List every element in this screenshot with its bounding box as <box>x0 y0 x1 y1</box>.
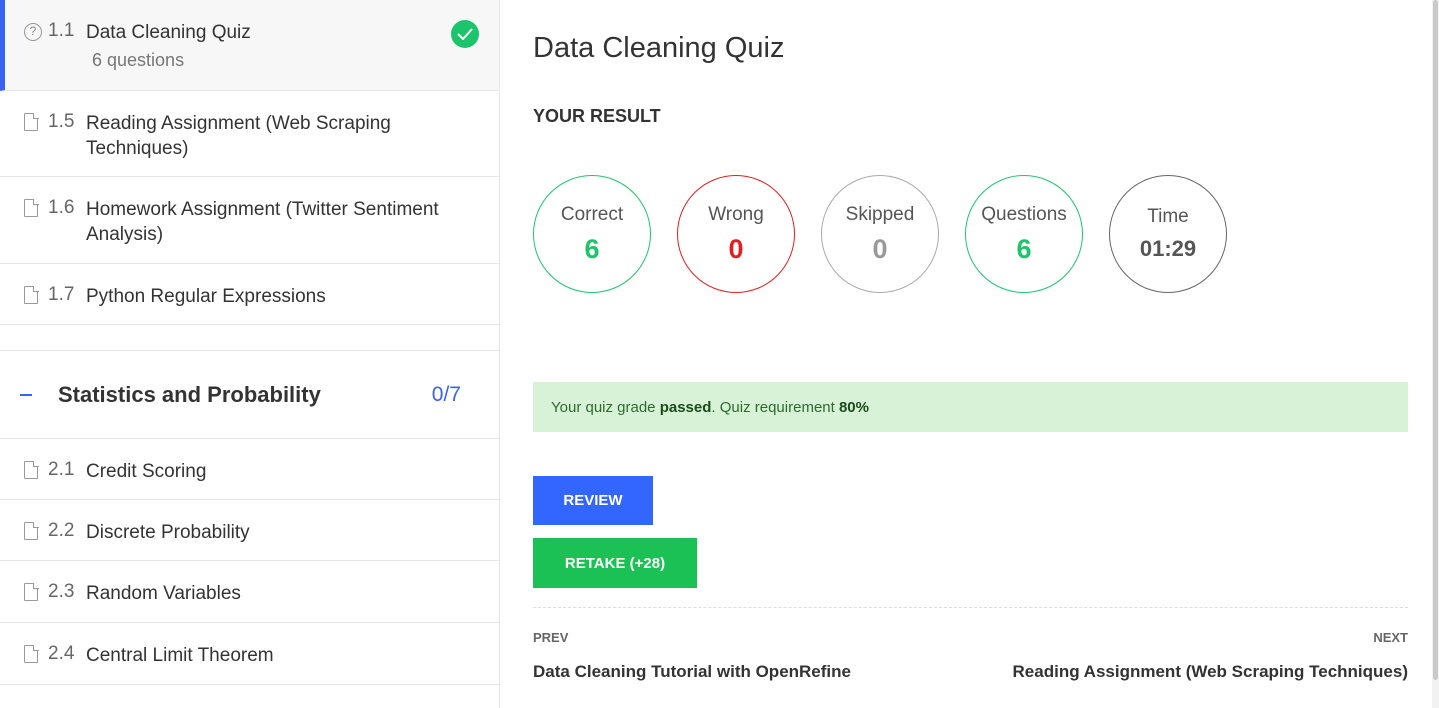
document-icon <box>24 285 42 324</box>
lesson-item[interactable]: 2.1 Credit Scoring <box>0 439 499 500</box>
page-scrollbar[interactable] <box>1432 0 1439 708</box>
lesson-number: 1.6 <box>48 197 75 218</box>
divider <box>533 607 1408 608</box>
lesson-item[interactable]: 1.7 Python Regular Expressions <box>0 264 499 325</box>
lesson-title: Credit Scoring <box>86 461 207 482</box>
grade-status: passed <box>659 398 712 416</box>
stat-value: 01:29 <box>1139 236 1197 261</box>
stat-label: Wrong <box>708 203 764 225</box>
document-icon <box>24 460 42 499</box>
stat-value: 6 <box>584 233 600 264</box>
next-lesson-link[interactable]: Reading Assignment (Web Scraping Techniq… <box>1013 662 1408 682</box>
course-sidebar: ? 1.1 Data Cleaning Quiz 6 questions 1.5… <box>0 0 500 708</box>
scrollbar-thumb[interactable] <box>1433 0 1438 680</box>
result-heading: YOUR RESULT <box>533 106 661 126</box>
lesson-title: Reading Assignment (Web Scraping Techniq… <box>86 113 391 159</box>
stat-value: 6 <box>1016 233 1032 264</box>
document-icon <box>24 644 42 684</box>
lesson-title: Discrete Probability <box>86 522 250 543</box>
lesson-item[interactable]: 1.5 Reading Assignment (Web Scraping Tec… <box>0 91 499 177</box>
lesson-subtitle: 6 questions <box>92 50 185 70</box>
lesson-number: 1.1 <box>48 20 75 41</box>
section-title: Statistics and Probability <box>58 381 321 407</box>
lesson-item[interactable]: 2.2 Discrete Probability <box>0 500 499 561</box>
document-icon <box>24 198 42 263</box>
document-icon <box>24 112 42 176</box>
stat-label: Skipped <box>845 203 915 225</box>
document-icon <box>24 582 42 622</box>
lesson-title: Python Regular Expressions <box>86 286 326 307</box>
stat-value: 0 <box>728 233 744 264</box>
grade-prefix: Your quiz grade <box>551 398 660 416</box>
prev-lesson-link[interactable]: Data Cleaning Tutorial with OpenRefine <box>533 662 851 682</box>
result-stats: Correct 6 Wrong 0 Skipped 0 Questions 6 … <box>533 175 1253 293</box>
stat-value: 0 <box>872 233 888 264</box>
next-label: NEXT <box>1373 630 1408 645</box>
lesson-number: 2.4 <box>48 643 75 664</box>
stat-label: Correct <box>560 203 624 225</box>
review-button[interactable]: REVIEW <box>533 476 653 525</box>
lesson-item-active[interactable]: ? 1.1 Data Cleaning Quiz 6 questions <box>0 0 499 91</box>
question-circle-icon: ? <box>24 22 42 90</box>
stat-label: Questions <box>981 203 1067 225</box>
quiz-result-panel: Data Cleaning Quiz YOUR RESULT Correct 6… <box>533 0 1408 708</box>
stat-correct: Correct 6 <box>533 175 651 293</box>
grade-middle: . Quiz requirement <box>711 398 839 416</box>
document-icon <box>24 521 42 560</box>
lesson-number: 2.3 <box>48 581 75 602</box>
page-title: Data Cleaning Quiz <box>533 32 785 64</box>
grade-message: Your quiz grade passed. Quiz requirement… <box>533 382 1408 432</box>
lesson-title: Central Limit Theorem <box>86 645 274 666</box>
check-circle-icon <box>451 20 479 48</box>
lesson-item[interactable]: 1.6 Homework Assignment (Twitter Sentime… <box>0 177 499 264</box>
lesson-number: 2.1 <box>48 459 75 480</box>
section-header-statistics[interactable]: Statistics and Probability 0/7 <box>0 351 499 439</box>
lesson-number: 1.7 <box>48 284 75 305</box>
lesson-title: Data Cleaning Quiz <box>86 22 251 43</box>
section-progress-count: 0/7 <box>431 382 461 406</box>
grade-requirement: 80% <box>838 398 869 416</box>
collapse-icon[interactable] <box>20 393 32 396</box>
prev-label: PREV <box>533 630 569 645</box>
section-spacer <box>0 325 499 351</box>
stat-skipped: Skipped 0 <box>821 175 939 293</box>
lesson-item[interactable]: 2.4 Central Limit Theorem <box>0 623 499 685</box>
stat-questions: Questions 6 <box>965 175 1083 293</box>
lesson-item[interactable]: 2.3 Random Variables <box>0 561 499 623</box>
lesson-title: Random Variables <box>86 583 241 604</box>
lesson-number: 1.5 <box>48 111 75 132</box>
stat-wrong: Wrong 0 <box>677 175 795 293</box>
lesson-title: Homework Assignment (Twitter Sentiment A… <box>86 199 439 245</box>
stat-time: Time 01:29 <box>1109 175 1227 293</box>
retake-button[interactable]: RETAKE (+28) <box>533 538 697 588</box>
lesson-number: 2.2 <box>48 520 75 541</box>
stat-label: Time <box>1147 206 1189 227</box>
